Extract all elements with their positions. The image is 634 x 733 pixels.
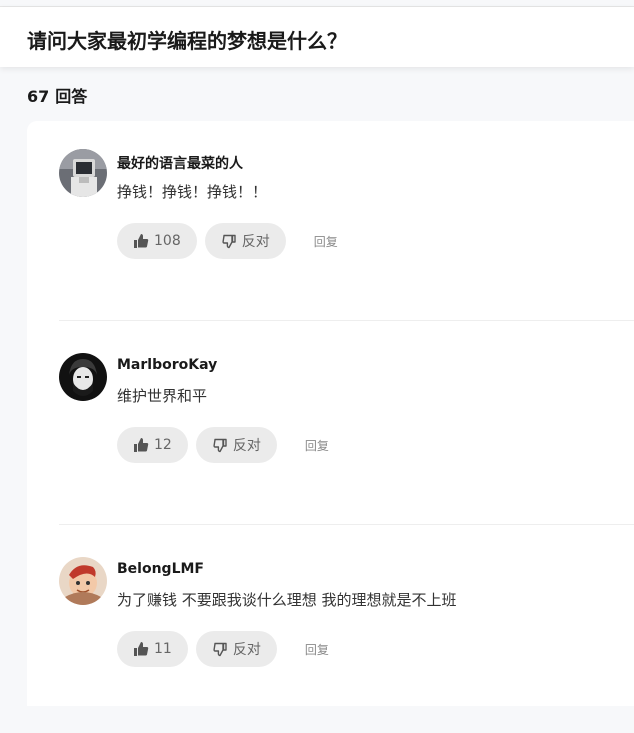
reply-link[interactable]: 回复 (305, 641, 329, 658)
answer-count: 67 回答 (27, 83, 87, 107)
cartoon-avatar-icon (59, 557, 107, 605)
answer-content: 维护世界和平 (117, 387, 208, 405)
oppose-label: 反对 (241, 234, 270, 250)
oppose-button[interactable]: 反对 (195, 631, 277, 667)
like-count: 12 (154, 437, 172, 453)
oppose-label: 反对 (232, 438, 261, 454)
answer-actions: 12 反对 回复 (117, 427, 329, 463)
answer-content: 挣钱！挣钱！挣钱！！ (117, 183, 268, 201)
thumbs-up-icon (133, 233, 149, 249)
answer-count-label: 回答 (55, 87, 88, 106)
answer-item: BelongLMF 为了赚钱 不要跟我谈什么理想 我的理想就是不上班 11 反对… (27, 529, 634, 733)
answer-actions: 108 反对 回复 (117, 223, 338, 259)
avatar[interactable] (59, 557, 107, 605)
answer-divider (59, 320, 634, 321)
thumbs-down-icon (221, 233, 237, 249)
avatar[interactable] (59, 353, 107, 401)
thumbs-up-icon (133, 641, 149, 657)
like-count: 11 (154, 641, 172, 657)
computer-head-avatar-icon (59, 149, 107, 197)
oppose-button[interactable]: 反对 (195, 427, 277, 463)
thumbs-down-icon (212, 437, 228, 453)
answers-card: 最好的语言最菜的人 挣钱！挣钱！挣钱！！ 108 反对 回复 MarlboroK… (27, 121, 634, 706)
answer-content: 为了赚钱 不要跟我谈什么理想 我的理想就是不上班 (117, 591, 457, 609)
like-button[interactable]: 11 (117, 631, 188, 667)
answer-author[interactable]: BelongLMF (117, 561, 204, 577)
like-count: 108 (154, 233, 181, 249)
answer-actions: 11 反对 回复 (117, 631, 329, 667)
portrait-avatar-icon (59, 353, 107, 401)
answer-item: 最好的语言最菜的人 挣钱！挣钱！挣钱！！ 108 反对 回复 (27, 121, 634, 325)
answer-author[interactable]: MarlboroKay (117, 357, 217, 373)
answer-item: MarlboroKay 维护世界和平 12 反对 回复 (27, 325, 634, 529)
oppose-button[interactable]: 反对 (204, 223, 286, 259)
question-title: 请问大家最初学编程的梦想是什么？ (27, 29, 347, 53)
reply-link[interactable]: 回复 (314, 233, 338, 250)
like-button[interactable]: 108 (117, 223, 197, 259)
oppose-label: 反对 (232, 642, 261, 658)
answer-author[interactable]: 最好的语言最菜的人 (117, 153, 243, 173)
thumbs-down-icon (212, 641, 228, 657)
thumbs-up-icon (133, 437, 149, 453)
reply-link[interactable]: 回复 (305, 437, 329, 454)
answer-divider (59, 524, 634, 525)
avatar[interactable] (59, 149, 107, 197)
answer-count-number: 67 (27, 87, 50, 106)
question-header: 请问大家最初学编程的梦想是什么？ (0, 7, 634, 67)
like-button[interactable]: 12 (117, 427, 188, 463)
